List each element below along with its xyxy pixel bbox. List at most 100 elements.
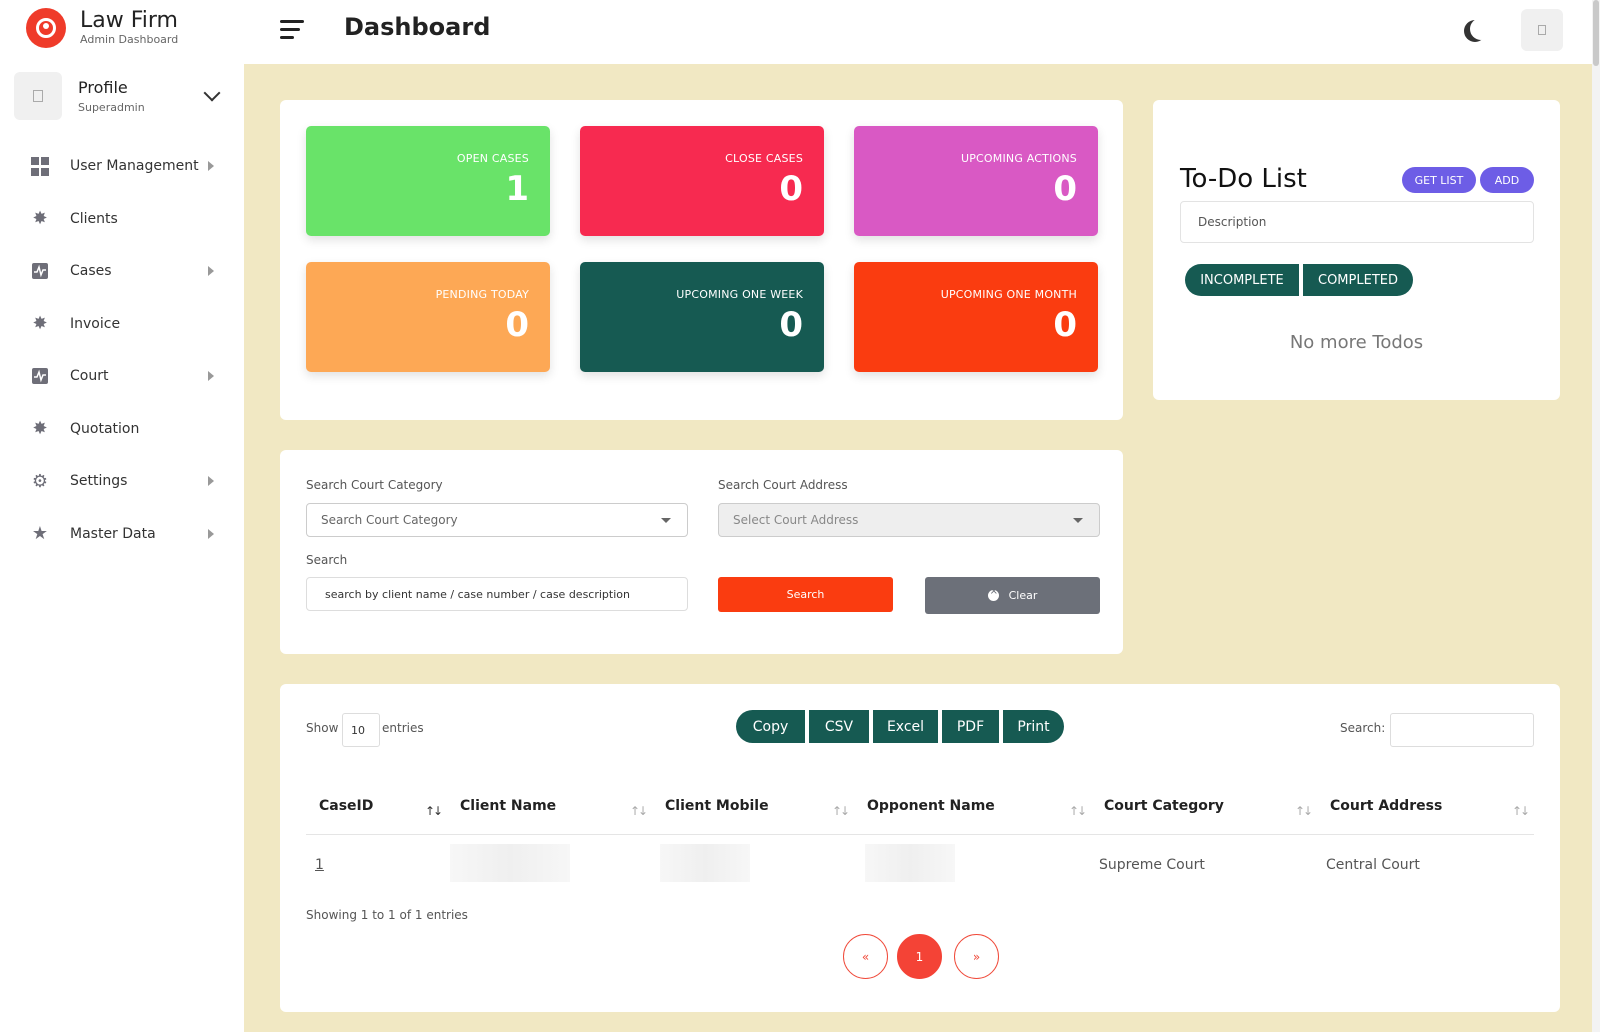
stat-label: OPEN CASES bbox=[456, 152, 529, 165]
opponent-name-cell-redacted bbox=[865, 844, 955, 882]
menu-toggle-icon[interactable] bbox=[280, 20, 304, 44]
activity-icon bbox=[30, 366, 50, 386]
sort-icon[interactable]: ↑↓ bbox=[630, 804, 648, 818]
stat-upcoming-actions[interactable]: UPCOMING ACTIONS 0 bbox=[854, 126, 1098, 236]
pdf-button[interactable]: PDF bbox=[942, 710, 999, 743]
clear-button-label: Clear bbox=[1008, 589, 1038, 602]
stat-upcoming-one-week[interactable]: UPCOMING ONE WEEK 0 bbox=[580, 262, 824, 372]
table-search-input[interactable] bbox=[1390, 713, 1534, 747]
column-header-opponent-name[interactable]: Opponent Name bbox=[867, 798, 995, 814]
stat-label: UPCOMING ONE WEEK bbox=[676, 288, 803, 301]
sidebar-item-quotation[interactable]: ✸ Quotation bbox=[0, 403, 244, 456]
search-button[interactable]: Search bbox=[718, 577, 893, 612]
client-mobile-cell-redacted bbox=[660, 844, 750, 882]
add-todo-button[interactable]: ADD bbox=[1480, 167, 1534, 193]
stats-panel: OPEN CASES 1 CLOSE CASES 0 UPCOMING ACTI… bbox=[280, 100, 1123, 420]
court-category-label: Search Court Category bbox=[306, 478, 443, 492]
sidebar-item-label: Cases bbox=[70, 263, 112, 280]
brand[interactable]: Law Firm Admin Dashboard bbox=[26, 8, 178, 48]
sort-icon[interactable]: ↑↓ bbox=[832, 804, 850, 818]
sidebar-nav: User Management ✸ Clients Cases ✸ Invoic… bbox=[0, 140, 244, 560]
case-search-input[interactable] bbox=[306, 577, 688, 611]
court-address-select[interactable]: Select Court Address bbox=[718, 503, 1100, 537]
chevron-down-icon[interactable] bbox=[203, 84, 221, 102]
dashboard-grid-icon bbox=[30, 156, 50, 176]
profile-menu[interactable]: Profile Superadmin bbox=[14, 72, 230, 120]
stat-label: UPCOMING ONE MONTH bbox=[940, 288, 1077, 301]
column-header-client-name[interactable]: Client Name bbox=[460, 798, 556, 814]
image-placeholder-icon bbox=[33, 90, 43, 102]
profile-role: Superadmin bbox=[78, 101, 145, 114]
todo-panel: To-Do List GET LIST ADD INCOMPLETE COMPL… bbox=[1153, 100, 1560, 400]
sidebar-item-master-data[interactable]: ★ Master Data bbox=[0, 508, 244, 561]
copy-button[interactable]: Copy bbox=[736, 710, 805, 743]
stat-close-cases[interactable]: CLOSE CASES 0 bbox=[580, 126, 824, 236]
court-category-select[interactable]: Search Court Category bbox=[306, 503, 688, 537]
court-address-select-value: Select Court Address bbox=[733, 513, 859, 527]
sidebar: Law Firm Admin Dashboard Profile Superad… bbox=[0, 0, 244, 1032]
show-label: Show bbox=[306, 721, 339, 735]
sort-asc-icon[interactable]: ↑↓ bbox=[425, 804, 443, 818]
stat-open-cases[interactable]: OPEN CASES 1 bbox=[306, 126, 550, 236]
stat-value: 0 bbox=[1053, 169, 1077, 209]
case-search-panel: Search Court Category Search Court Categ… bbox=[280, 450, 1123, 654]
stat-value: 0 bbox=[779, 169, 803, 209]
sidebar-item-invoice[interactable]: ✸ Invoice bbox=[0, 298, 244, 351]
dark-mode-moon-icon[interactable] bbox=[1470, 18, 1492, 40]
stat-value: 0 bbox=[1053, 305, 1077, 345]
cases-table-panel: Show 10 entries Copy CSV Excel PDF Print… bbox=[280, 684, 1560, 1012]
caret-right-icon bbox=[208, 528, 214, 539]
stat-value: 0 bbox=[505, 305, 529, 345]
caret-right-icon bbox=[208, 371, 214, 382]
table-search-label: Search: bbox=[1340, 721, 1386, 735]
law-firm-logo-icon bbox=[26, 8, 66, 48]
sidebar-item-clients[interactable]: ✸ Clients bbox=[0, 193, 244, 246]
page-length-select[interactable]: 10 bbox=[342, 713, 380, 747]
get-list-button[interactable]: GET LIST bbox=[1402, 167, 1476, 193]
todo-title: To-Do List bbox=[1180, 164, 1307, 194]
sort-icon[interactable]: ↑↓ bbox=[1295, 804, 1313, 818]
sidebar-item-user-management[interactable]: User Management bbox=[0, 140, 244, 193]
user-avatar[interactable] bbox=[1521, 9, 1563, 51]
table-info: Showing 1 to 1 of 1 entries bbox=[306, 908, 468, 922]
clear-button[interactable]: Clear bbox=[925, 577, 1100, 614]
sidebar-item-settings[interactable]: ⚙ Settings bbox=[0, 455, 244, 508]
column-header-caseid[interactable]: CaseID bbox=[319, 798, 373, 814]
pagination-next-button[interactable]: » bbox=[954, 934, 999, 979]
star-icon: ★ bbox=[31, 523, 49, 545]
csv-button[interactable]: CSV bbox=[809, 710, 869, 743]
completed-tab[interactable]: COMPLETED bbox=[1303, 264, 1413, 296]
todo-description-input[interactable] bbox=[1180, 201, 1534, 243]
sidebar-item-cases[interactable]: Cases bbox=[0, 245, 244, 298]
top-bar: Dashboard bbox=[244, 0, 1592, 64]
court-address-cell: Central Court bbox=[1326, 857, 1420, 873]
sort-icon[interactable]: ↑↓ bbox=[1069, 804, 1087, 818]
stat-pending-today[interactable]: PENDING TODAY 0 bbox=[306, 262, 550, 372]
column-header-court-category[interactable]: Court Category bbox=[1104, 798, 1224, 814]
stat-value: 0 bbox=[779, 305, 803, 345]
excel-button[interactable]: Excel bbox=[873, 710, 938, 743]
empty-todos-message: No more Todos bbox=[1289, 332, 1424, 353]
sidebar-item-court[interactable]: Court bbox=[0, 350, 244, 403]
dropdown-arrow-icon bbox=[1073, 518, 1083, 523]
page-scrollbar[interactable] bbox=[1592, 0, 1600, 1032]
table-header-divider bbox=[306, 834, 1534, 835]
caret-right-icon bbox=[208, 266, 214, 277]
sidebar-item-label: Master Data bbox=[70, 525, 156, 542]
search-label: Search bbox=[306, 553, 348, 567]
stat-value: 1 bbox=[505, 169, 529, 209]
incomplete-tab[interactable]: INCOMPLETE bbox=[1185, 264, 1299, 296]
sort-icon[interactable]: ↑↓ bbox=[1512, 804, 1530, 818]
stat-upcoming-one-month[interactable]: UPCOMING ONE MONTH 0 bbox=[854, 262, 1098, 372]
column-header-client-mobile[interactable]: Client Mobile bbox=[665, 798, 769, 814]
print-button[interactable]: Print bbox=[1003, 710, 1064, 743]
caret-right-icon bbox=[208, 476, 214, 487]
image-placeholder-icon bbox=[1538, 25, 1546, 35]
court-category-cell: Supreme Court bbox=[1099, 857, 1205, 873]
column-header-court-address[interactable]: Court Address bbox=[1330, 798, 1442, 814]
court-address-label: Search Court Address bbox=[718, 478, 848, 492]
court-category-select-value: Search Court Category bbox=[321, 513, 458, 527]
pagination-prev-button[interactable]: « bbox=[843, 934, 888, 979]
case-id-link[interactable]: 1 bbox=[315, 857, 324, 873]
pagination-page-1[interactable]: 1 bbox=[897, 934, 942, 979]
